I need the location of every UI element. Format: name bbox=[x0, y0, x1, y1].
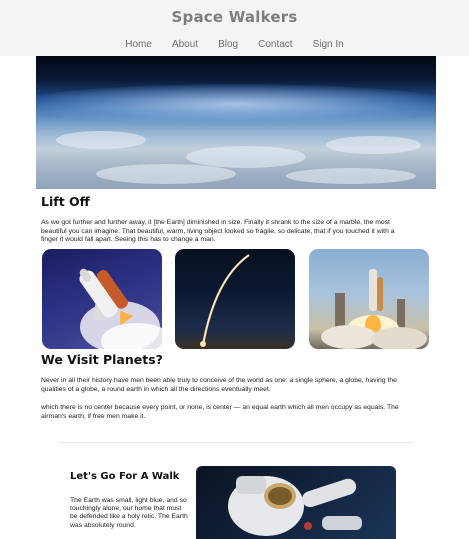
nav-about[interactable]: About bbox=[162, 39, 208, 51]
rocket-launch-icon bbox=[321, 269, 427, 349]
site-header: Space Walkers Home About Blog Contact Si… bbox=[0, 0, 469, 56]
cloud-shape bbox=[96, 164, 236, 184]
lift-off-text: As we got further and further away, it [… bbox=[41, 219, 395, 244]
nav-home[interactable]: Home bbox=[115, 39, 162, 51]
astronaut-image bbox=[196, 466, 396, 539]
space-shuttle-icon bbox=[79, 268, 162, 349]
lift-off-heading: Lift Off bbox=[41, 194, 90, 209]
cloud-shape bbox=[56, 131, 146, 149]
launch-trail-image-card bbox=[175, 249, 295, 349]
planets-heading: We Visit Planets? bbox=[41, 352, 163, 367]
planets-text-2: which there is no center because every p… bbox=[41, 404, 399, 420]
launchpad-image-card bbox=[309, 249, 429, 349]
cloud-shape bbox=[286, 168, 416, 184]
nav-blog[interactable]: Blog bbox=[208, 39, 248, 51]
astronaut-icon bbox=[228, 476, 362, 536]
main-nav: Home About Blog Contact Sign In bbox=[0, 39, 469, 51]
site-title[interactable]: Space Walkers bbox=[0, 8, 469, 26]
walk-heading: Let's Go For A Walk bbox=[70, 471, 180, 482]
atmosphere-glow bbox=[36, 84, 436, 124]
cloud-shape bbox=[326, 136, 421, 154]
launch-trail-icon bbox=[200, 254, 250, 347]
nav-sign-in[interactable]: Sign In bbox=[303, 39, 354, 51]
hero-earth-image bbox=[36, 56, 436, 189]
shuttle-image-card bbox=[42, 249, 162, 349]
planets-text-1: Never in all their history have men been… bbox=[41, 377, 397, 393]
section-divider bbox=[58, 442, 414, 443]
nav-contact[interactable]: Contact bbox=[248, 39, 302, 51]
walk-text: The Earth was small, light blue, and so … bbox=[70, 497, 188, 529]
